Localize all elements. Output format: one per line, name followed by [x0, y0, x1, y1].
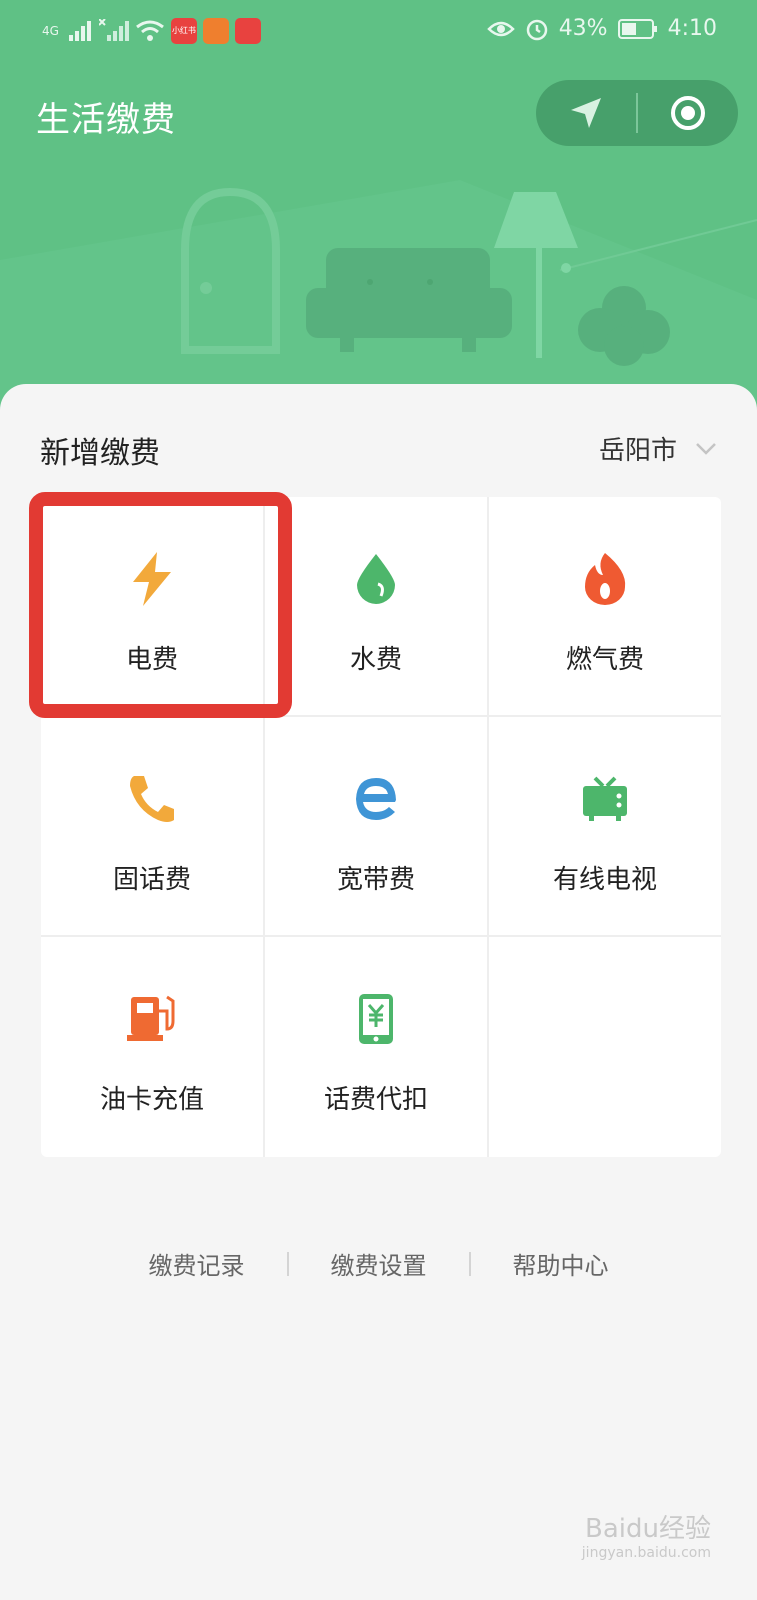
phone-yuan-icon [346, 989, 406, 1049]
footer-links: 缴费记录 缴费设置 帮助中心 [0, 1246, 757, 1281]
empty-cell [489, 937, 721, 1157]
watermark: Baidu经验 jingyan.baidu.com [582, 1516, 711, 1560]
service-electricity[interactable]: 电费 [41, 497, 265, 717]
service-phone-autopay[interactable]: 话费代扣 [265, 937, 489, 1157]
service-label: 油卡充值 [99, 1085, 204, 1115]
record-target-icon [671, 96, 705, 130]
service-gas[interactable]: 燃气费 [489, 497, 721, 717]
signal-off-icon [98, 19, 129, 41]
mini-program-capsule [536, 80, 738, 146]
battery-icon [617, 18, 657, 39]
status-left: 4G 小红书 [42, 18, 261, 44]
phone-icon [122, 769, 182, 829]
city-selector[interactable]: 岳阳市 [599, 430, 717, 467]
service-cable-tv[interactable]: 有线电视 [489, 717, 721, 937]
fuel-pump-icon [122, 989, 182, 1049]
status-right: 43% 4:10 [486, 16, 717, 41]
page: 4G 小红书 43% 4:10 生活缴费 新增缴费 岳阳市 电费 水费 燃气费 … [0, 0, 757, 1600]
signal-icon [68, 21, 91, 41]
battery-percent: 43% [558, 16, 608, 41]
content-sheet: 新增缴费 岳阳市 电费 水费 燃气费 固话费 宽带费 有线电视 油卡充值 话费代… [0, 384, 757, 1600]
loop-app-icon [234, 18, 261, 44]
watermark-sub: jingyan.baidu.com [581, 1545, 711, 1561]
payment-settings-link[interactable]: 缴费设置 [289, 1246, 469, 1281]
city-label: 岳阳市 [598, 436, 677, 466]
broadband-e-icon [346, 769, 406, 829]
video-app-icon [202, 18, 229, 44]
section-title: 新增缴费 [40, 436, 160, 471]
chevron-down-icon [696, 442, 716, 455]
network-label: 4G [42, 24, 59, 38]
service-water[interactable]: 水费 [265, 497, 489, 717]
service-landline[interactable]: 固话费 [41, 717, 265, 937]
flame-icon [575, 549, 635, 609]
close-program-button[interactable] [638, 80, 738, 146]
service-label: 水费 [349, 645, 402, 675]
location-button[interactable] [536, 80, 636, 146]
service-label: 燃气费 [565, 645, 644, 675]
wifi-icon [136, 20, 164, 41]
payment-records-link[interactable]: 缴费记录 [107, 1246, 287, 1281]
status-bar: 4G 小红书 43% 4:10 [0, 14, 757, 50]
help-center-link[interactable]: 帮助中心 [471, 1246, 651, 1281]
eye-icon [486, 21, 515, 36]
location-arrow-icon [571, 98, 601, 128]
service-broadband[interactable]: 宽带费 [265, 717, 489, 937]
app-badge-icon: 小红书 [170, 18, 197, 44]
header: 4G 小红书 43% 4:10 生活缴费 [0, 0, 757, 420]
water-drop-icon [346, 549, 406, 609]
page-title: 生活缴费 [36, 100, 176, 140]
service-grid: 电费 水费 燃气费 固话费 宽带费 有线电视 油卡充值 话费代扣 [41, 497, 721, 1157]
service-label: 宽带费 [336, 865, 415, 895]
service-label: 固话费 [112, 865, 191, 895]
service-label: 话费代扣 [323, 1085, 428, 1115]
tv-icon [575, 769, 635, 829]
lightning-icon [122, 549, 182, 609]
service-label: 有线电视 [552, 865, 657, 895]
watermark-text: Baidu经验 [585, 1514, 711, 1544]
service-label: 电费 [125, 645, 178, 675]
clock-time: 4:10 [667, 16, 717, 41]
home-illustration [0, 180, 757, 420]
alarm-icon [526, 19, 547, 40]
service-fuel-card[interactable]: 油卡充值 [41, 937, 265, 1157]
